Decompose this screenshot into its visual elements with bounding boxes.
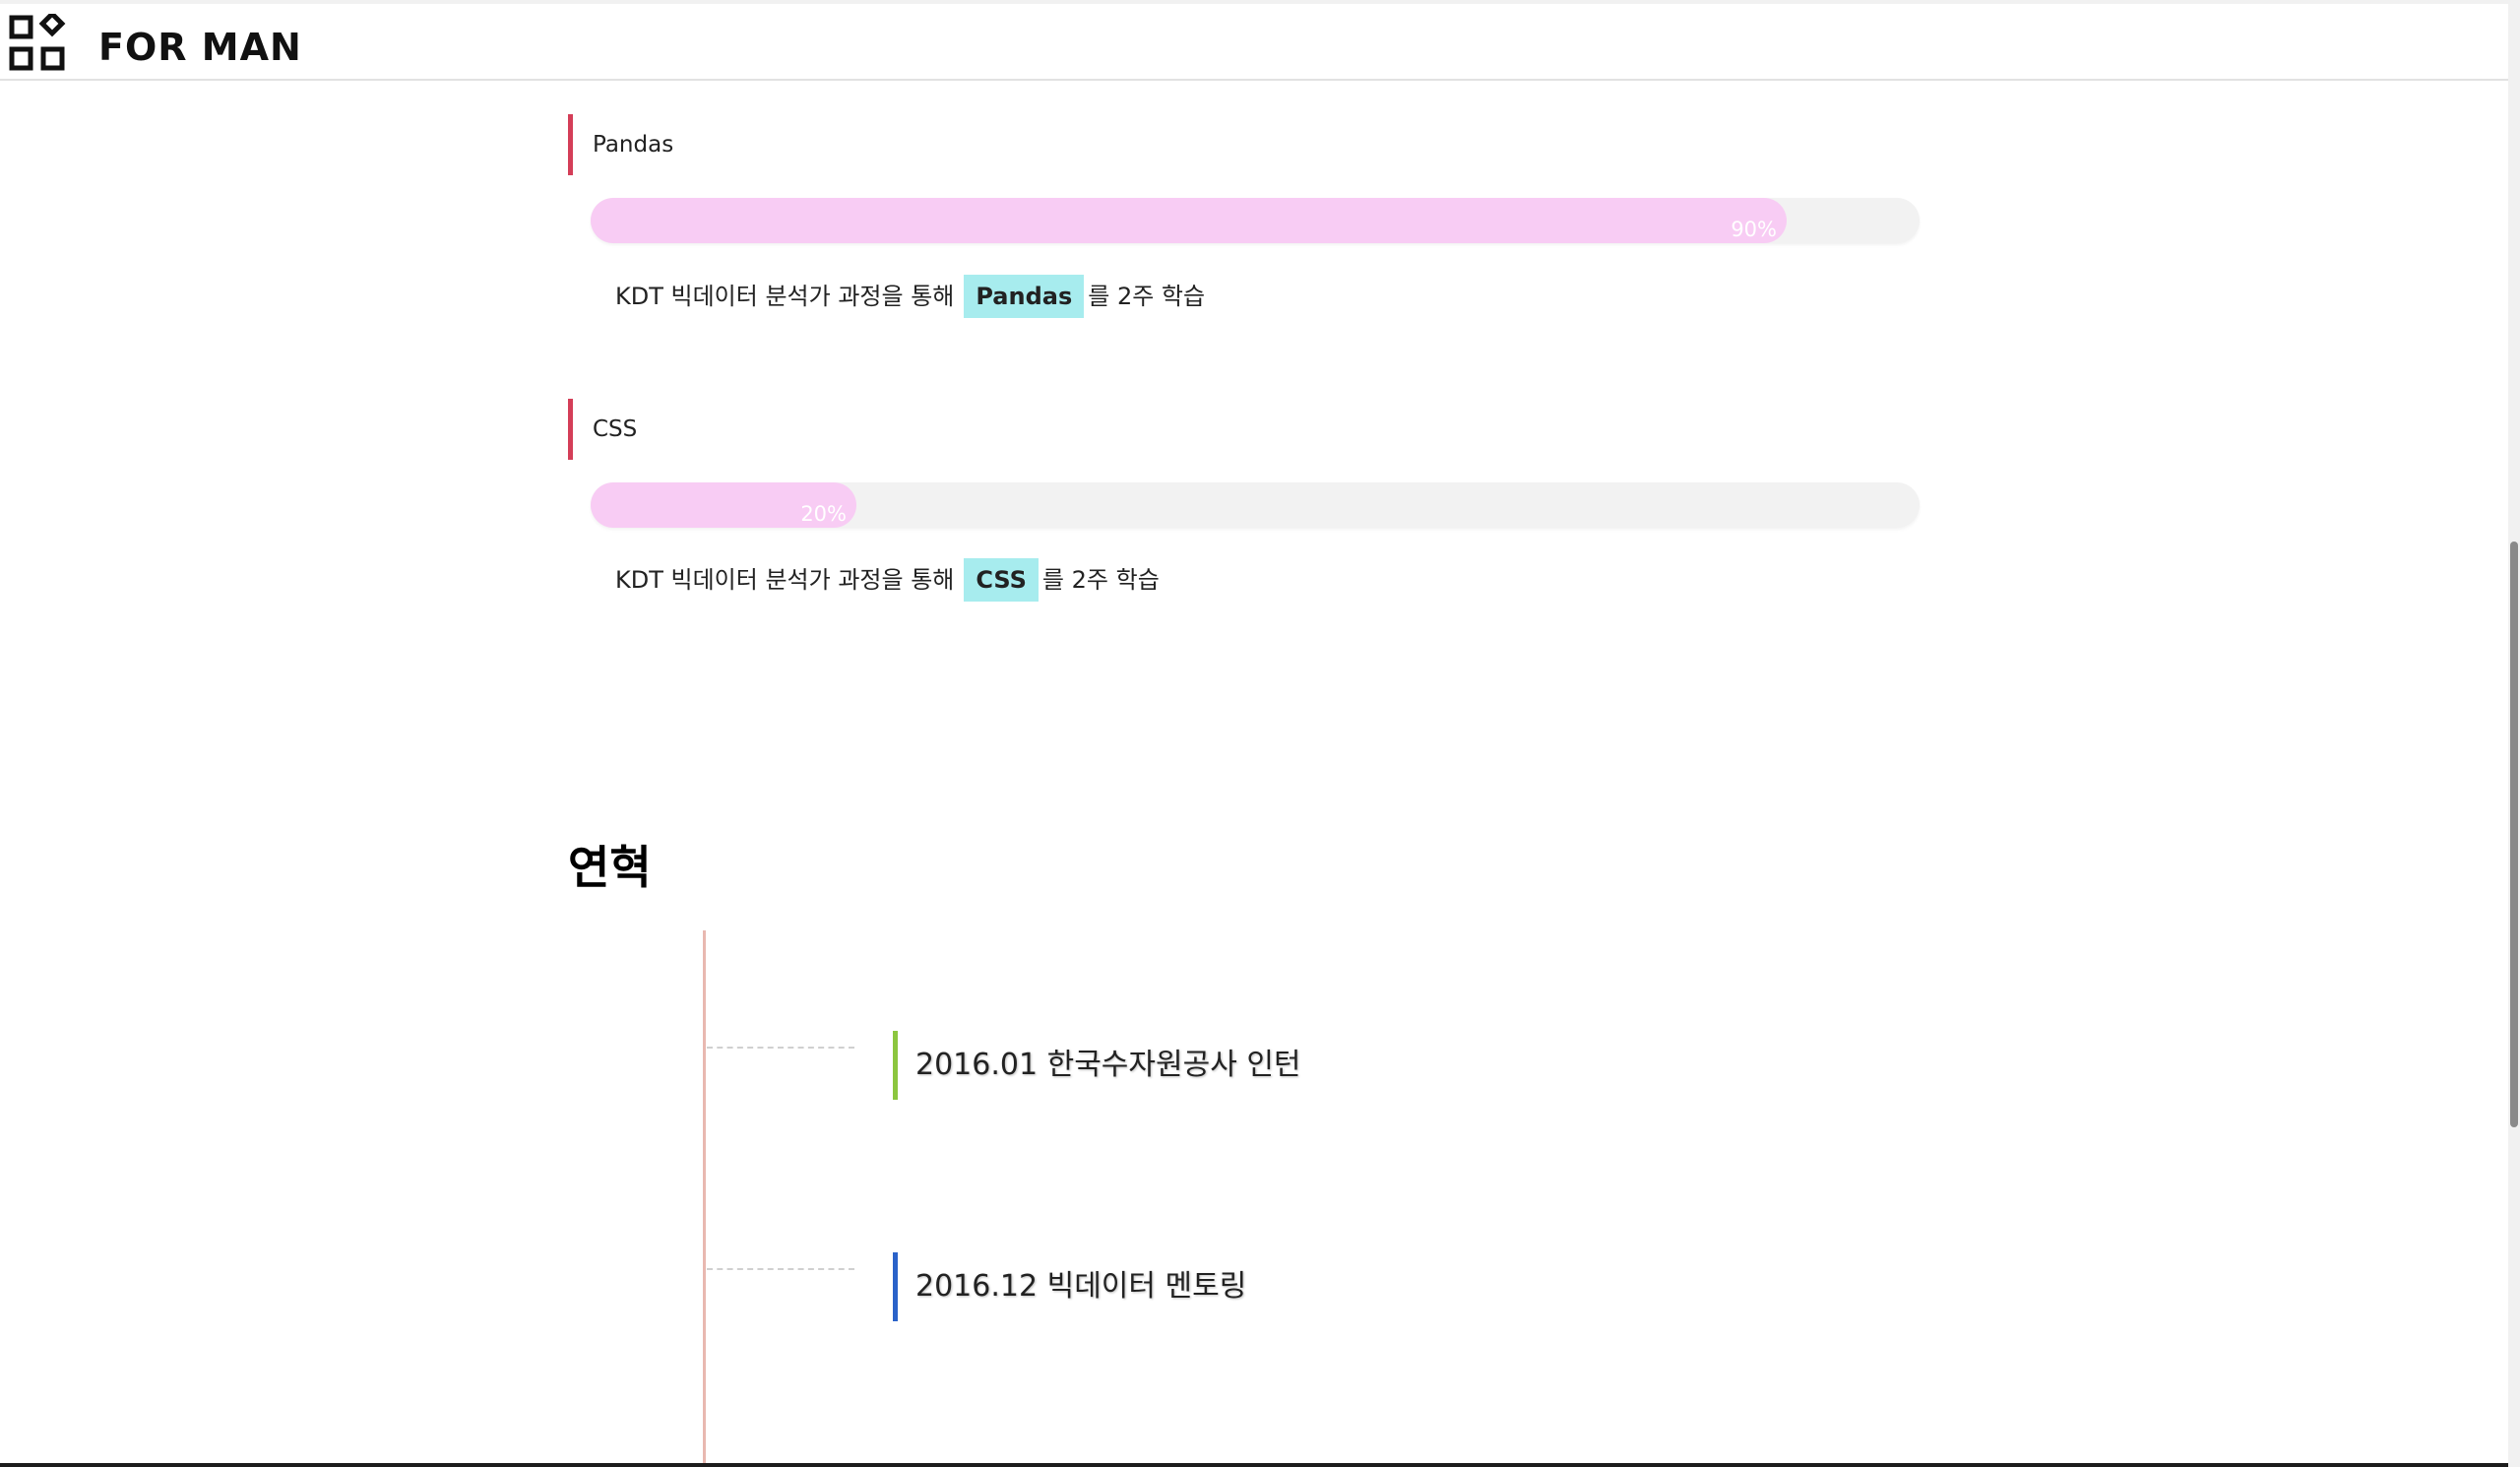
skill-title-pandas: Pandas (568, 114, 673, 175)
timeline-item: 2016.01 한국수자원공사 인턴 (893, 1031, 1301, 1100)
timeline-connector (707, 1047, 854, 1049)
taskbar-edge (0, 1463, 2508, 1467)
skill-progress-track-pandas: 90% (591, 198, 1920, 243)
skill-desc-suffix: 를 2주 학습 (1041, 566, 1160, 594)
history-section-title: 연혁 (568, 841, 652, 894)
skill-desc-highlight: Pandas (964, 275, 1085, 318)
skill-progress-track-css: 20% (591, 482, 1920, 528)
skill-title-css: CSS (568, 399, 637, 460)
skill-progress-label: 20% (800, 502, 847, 526)
timeline-connector (707, 1268, 854, 1270)
skill-desc-suffix: 를 2주 학습 (1088, 283, 1206, 310)
scrollbar-thumb[interactable] (2510, 542, 2518, 1127)
vertical-scrollbar[interactable] (2508, 0, 2520, 1467)
skill-description-css: KDT 빅데이터 분석가 과정을 통해 CSS 를 2주 학습 (615, 557, 1160, 602)
timeline-item: 2016.12 빅데이터 멘토링 (893, 1252, 1246, 1321)
skill-progress-fill-pandas: 90% (591, 198, 1787, 243)
site-header: FOR MAN (0, 4, 2508, 81)
skill-progress-label: 90% (1731, 218, 1777, 241)
site-brand[interactable]: FOR MAN (98, 26, 302, 69)
apps-grid-icon[interactable] (8, 14, 67, 73)
skill-progress-fill-css: 20% (591, 482, 856, 528)
skill-description-pandas: KDT 빅데이터 분석가 과정을 통해 Pandas 를 2주 학습 (615, 274, 1206, 318)
skill-desc-highlight: CSS (964, 558, 1039, 602)
skill-desc-prefix: KDT 빅데이터 분석가 과정을 통해 (615, 283, 955, 310)
timeline-vertical-line (703, 930, 706, 1467)
skill-desc-prefix: KDT 빅데이터 분석가 과정을 통해 (615, 566, 955, 594)
